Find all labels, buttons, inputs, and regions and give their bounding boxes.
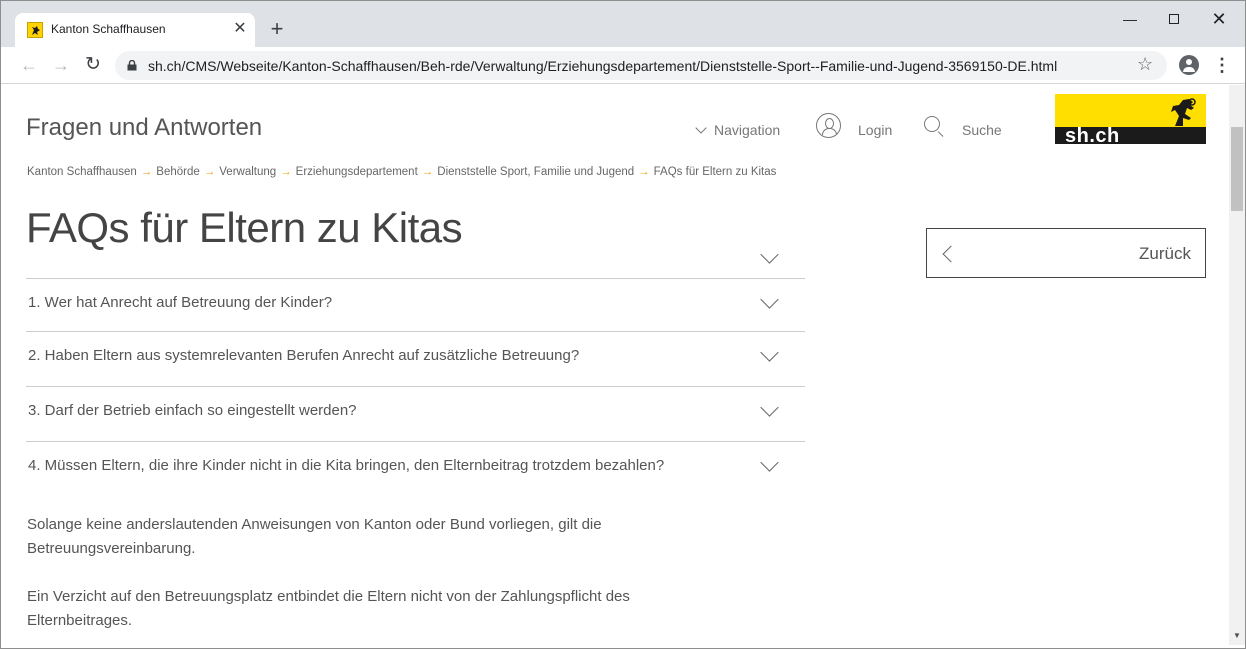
navigation-menu[interactable]: Navigation xyxy=(695,122,781,138)
chevron-down-icon xyxy=(760,343,779,362)
navigation-label: Navigation xyxy=(714,122,781,138)
faq-item[interactable]: 3. Darf der Betrieb einfach so eingestel… xyxy=(26,386,805,441)
sh-ch-logo[interactable]: sh.ch xyxy=(1055,94,1206,144)
back-button[interactable]: Zurück xyxy=(926,228,1206,278)
maximize-icon xyxy=(1169,14,1179,24)
scroll-thumb[interactable] xyxy=(1231,127,1243,211)
tab-close-icon[interactable]: ✕ xyxy=(231,20,249,38)
login-link[interactable]: Login xyxy=(858,122,892,138)
profile-icon[interactable] xyxy=(1179,55,1199,75)
faq-question: 2. Haben Eltern aus systemrelevanten Ber… xyxy=(28,347,580,364)
logo-text: sh.ch xyxy=(1065,125,1120,144)
page-title: FAQs für Eltern zu Kitas xyxy=(26,204,463,251)
window-close-button[interactable]: ✕ xyxy=(1204,9,1234,29)
faq-question: 4. Müssen Eltern, die ihre Kinder nicht … xyxy=(28,457,665,474)
breadcrumb-item[interactable]: Behörde xyxy=(156,166,199,178)
breadcrumb-arrow: → xyxy=(280,166,292,178)
search-icon[interactable] xyxy=(924,116,940,132)
maximize-button[interactable] xyxy=(1159,9,1189,29)
breadcrumb-item[interactable]: Dienststelle Sport, Familie und Jugend xyxy=(437,166,634,178)
breadcrumb-arrow: → xyxy=(638,166,650,178)
chevron-down-icon xyxy=(760,453,779,472)
breadcrumb-current: FAQs für Eltern zu Kitas xyxy=(653,166,777,178)
new-tab-button[interactable]: + xyxy=(265,18,289,42)
lock-icon xyxy=(127,60,137,71)
back-icon[interactable]: ← xyxy=(17,53,41,77)
tab-strip: Kanton Schaffhausen ✕ + — ✕ xyxy=(1,1,1245,47)
breadcrumb-item[interactable]: Erziehungsdepartement xyxy=(296,166,418,178)
faq-item[interactable]: 2. Haben Eltern aus systemrelevanten Ber… xyxy=(26,331,805,386)
chevron-down-icon xyxy=(760,398,779,417)
chevron-left-icon xyxy=(942,245,960,263)
tab-kanton-schaffhausen[interactable]: Kanton Schaffhausen ✕ xyxy=(15,13,255,47)
expand-all-chevron-icon[interactable] xyxy=(760,245,779,264)
address-bar[interactable]: sh.ch/CMS/Webseite/Kanton-Schaffhausen/B… xyxy=(115,51,1167,80)
tab-title: Kanton Schaffhausen xyxy=(51,22,166,36)
minimize-button[interactable]: — xyxy=(1115,9,1145,29)
faq-item-expanded[interactable]: 4. Müssen Eltern, die ihre Kinder nicht … xyxy=(26,441,805,496)
star-icon[interactable]: ☆ xyxy=(1137,54,1153,75)
faq-question: 1. Wer hat Anrecht auf Betreuung der Kin… xyxy=(28,294,333,311)
faq-answer-paragraph: Solange keine anderslautenden Anweisunge… xyxy=(27,516,602,557)
chevron-down-icon xyxy=(695,122,707,134)
page-viewport: Fragen und Antworten Navigation Login Su… xyxy=(1,85,1229,648)
breadcrumb-item[interactable]: Kanton Schaffhausen xyxy=(27,166,137,178)
ram-icon xyxy=(1171,98,1196,126)
chevron-down-icon xyxy=(760,290,779,309)
browser-window: Kanton Schaffhausen ✕ + — ✕ ← → ↻ sh.ch/… xyxy=(0,0,1246,649)
faq-answer-paragraph: Ein Verzicht auf den Betreuungsplatz ent… xyxy=(27,588,630,629)
faq-item[interactable]: 1. Wer hat Anrecht auf Betreuung der Kin… xyxy=(26,278,805,331)
forward-icon[interactable]: → xyxy=(49,53,73,77)
breadcrumb-arrow: → xyxy=(421,166,434,178)
faq-accordion: 1. Wer hat Anrecht auf Betreuung der Kin… xyxy=(26,278,805,496)
faq-question: 3. Darf der Betrieb einfach so eingestel… xyxy=(28,402,357,419)
breadcrumb-arrow: → xyxy=(140,166,153,178)
url-text: sh.ch/CMS/Webseite/Kanton-Schaffhausen/B… xyxy=(148,58,1058,74)
back-button-label: Zurück xyxy=(1139,244,1191,263)
breadcrumb-item[interactable]: Verwaltung xyxy=(219,166,276,178)
breadcrumb-arrow: → xyxy=(203,166,216,178)
scroll-down-arrow-icon[interactable]: ▼ xyxy=(1233,631,1241,640)
vertical-scrollbar[interactable]: ▼ xyxy=(1229,85,1245,645)
breadcrumb: Kanton Schaffhausen → Behörde → Verwaltung → E… xyxy=(27,166,776,178)
menu-icon[interactable]: ⋮ xyxy=(1213,55,1231,75)
browser-toolbar: ← → ↻ sh.ch/CMS/Webseite/Kanton-Schaffha… xyxy=(1,47,1245,84)
reload-icon[interactable]: ↻ xyxy=(81,53,105,77)
user-icon[interactable] xyxy=(816,113,841,138)
favicon-icon xyxy=(27,22,43,38)
site-title[interactable]: Fragen und Antworten xyxy=(26,114,262,142)
search-link[interactable]: Suche xyxy=(962,122,1002,138)
